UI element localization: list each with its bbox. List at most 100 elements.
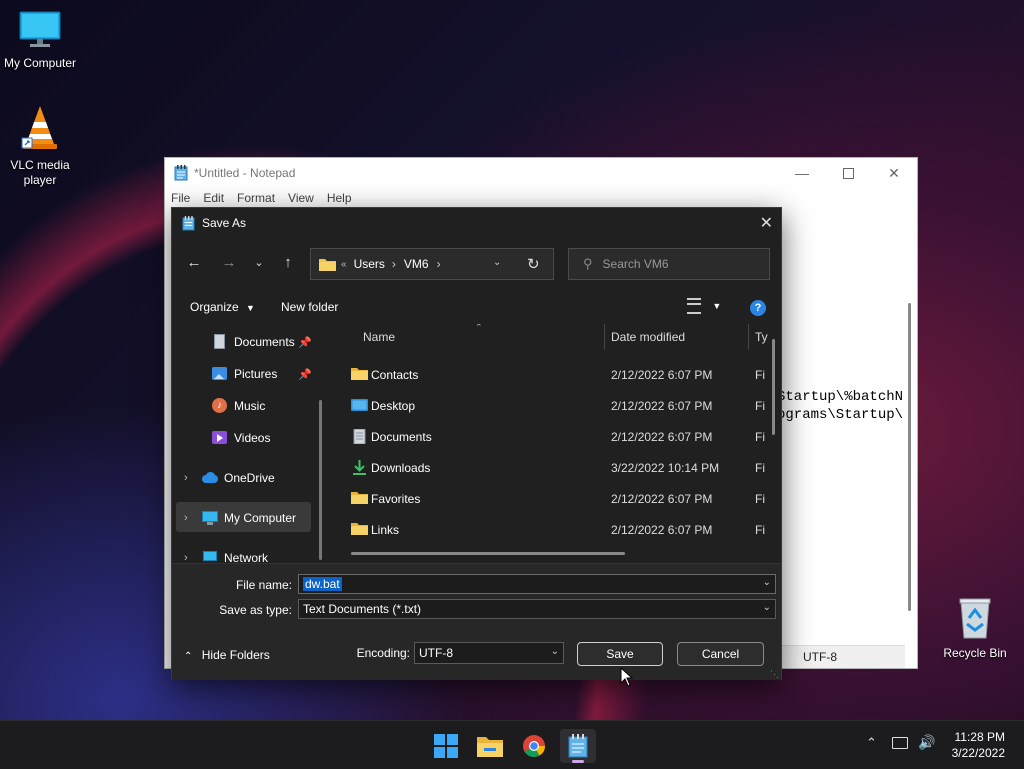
file-explorer-button[interactable] (472, 729, 508, 763)
desktop-icon-label: Recycle Bin (943, 646, 1007, 660)
nav-item-onedrive[interactable]: › OneDrive (172, 464, 322, 492)
notepad-taskbar-button[interactable] (560, 729, 596, 763)
start-button[interactable] (428, 729, 464, 763)
view-options-button[interactable]: ▼ (687, 298, 721, 314)
desktop-icon-my-computer[interactable]: My Computer (0, 10, 80, 71)
file-row[interactable]: Favorites 2/12/2022 6:07 PM Fi (331, 484, 771, 515)
file-name: Desktop (371, 399, 416, 413)
menu-help[interactable]: Help (327, 191, 352, 205)
file-date: 2/12/2022 6:07 PM (611, 399, 713, 413)
desktop-icon-vlc[interactable]: VLC media player (0, 104, 80, 188)
breadcrumb-overflow[interactable]: « (341, 259, 347, 270)
nav-item-music[interactable]: ♪ Music (212, 392, 265, 420)
folder-icon (319, 259, 336, 271)
notepad-close-button[interactable]: ✕ (871, 158, 917, 188)
caret-down-icon: ▼ (712, 301, 722, 312)
file-list-horizontal-scrollbar[interactable] (351, 552, 625, 555)
resize-grip-icon[interactable]: ⋱ (770, 669, 779, 680)
address-dropdown-button[interactable]: ⌄ (493, 257, 501, 268)
notepad-minimize-button[interactable]: — (779, 158, 825, 188)
column-header-type[interactable]: Ty (755, 330, 768, 344)
dialog-titlebar[interactable]: Save As ✕ (172, 208, 781, 238)
dialog-toolbar: Organize ▼ New folder ▼ ? (172, 294, 781, 322)
breadcrumb-users[interactable]: Users (354, 257, 385, 271)
search-box[interactable]: ⚲ Search VM6 (568, 248, 770, 280)
file-type: Fi (755, 430, 765, 444)
menu-view[interactable]: View (288, 191, 314, 205)
save-button[interactable]: Save (577, 642, 663, 666)
hide-folders-button[interactable]: ⌃ Hide Folders (184, 648, 270, 662)
network-tray-button[interactable] (892, 737, 908, 752)
column-separator[interactable] (748, 324, 749, 350)
tray-clock[interactable]: 11:28 PM 3/22/2022 (952, 729, 1005, 761)
text-line: Startup\%batchN (777, 389, 904, 405)
active-app-indicator (572, 760, 584, 763)
file-row[interactable]: Desktop 2/12/2022 6:07 PM Fi (331, 391, 771, 422)
folder-icon (351, 522, 368, 537)
column-separator[interactable] (604, 324, 605, 350)
maximize-icon (842, 167, 854, 179)
nav-item-videos[interactable]: Videos (212, 424, 270, 452)
cancel-button[interactable]: Cancel (677, 642, 764, 666)
desktop-icon-recycle-bin[interactable]: Recycle Bin (935, 596, 1015, 661)
arrow-left-icon: ← (186, 253, 202, 271)
refresh-button[interactable]: ↻ (527, 255, 540, 273)
recent-locations-button[interactable]: ⌄ (245, 248, 273, 276)
nav-item-network[interactable]: › Network (172, 544, 322, 562)
mouse-cursor-icon (620, 667, 634, 687)
document-icon (351, 428, 368, 445)
file-row[interactable]: Downloads 3/22/2022 10:14 PM Fi (331, 453, 771, 484)
file-date: 2/12/2022 6:07 PM (611, 523, 713, 537)
file-row[interactable]: Documents 2/12/2022 6:07 PM Fi (331, 422, 771, 453)
menu-edit[interactable]: Edit (203, 191, 224, 205)
chrome-button[interactable] (516, 729, 552, 763)
chevron-right-icon: › (184, 512, 188, 524)
save-as-type-value: Text Documents (*.txt) (303, 602, 422, 616)
refresh-icon: ↻ (527, 256, 540, 273)
save-form: File name: dw.bat ⌄ Save as type: Text D… (172, 563, 781, 680)
file-row[interactable]: Links 2/12/2022 6:07 PM Fi (331, 515, 771, 546)
file-row[interactable]: Contacts 2/12/2022 6:07 PM Fi (331, 360, 771, 391)
file-type: Fi (755, 461, 765, 475)
back-button[interactable]: ← (180, 248, 208, 276)
nav-item-documents[interactable]: Documents 📌 (212, 328, 312, 356)
desktop-icon-label: My Computer (3, 56, 77, 70)
file-name-input[interactable]: dw.bat ⌄ (298, 574, 776, 594)
help-button[interactable]: ? (750, 300, 766, 316)
up-button[interactable]: ↑ (274, 248, 302, 276)
nav-pane-scrollbar[interactable] (319, 400, 322, 560)
network-status-icon (892, 737, 908, 749)
file-date: 2/12/2022 6:07 PM (611, 430, 713, 444)
menu-file[interactable]: File (171, 191, 190, 205)
nav-item-my-computer[interactable]: › My Computer (172, 504, 322, 532)
taskbar: ⌃ 🔊 11:28 PM 3/22/2022 (0, 720, 1024, 769)
tray-overflow-button[interactable]: ⌃ (866, 735, 877, 751)
breadcrumb-vm6[interactable]: VM6 (404, 257, 429, 271)
nav-item-pictures[interactable]: Pictures 📌 (212, 360, 312, 388)
notepad-text-area[interactable]: Startup\%batchN ograms\Startup\ (777, 388, 903, 424)
column-header-name[interactable]: Name (363, 330, 395, 344)
text-line: ograms\Startup\ (777, 407, 904, 423)
address-bar[interactable]: « Users › VM6 › ⌄ ↻ (310, 248, 554, 280)
encoding-select[interactable]: UTF-8 ⌄ (414, 642, 564, 664)
organize-button[interactable]: Organize ▼ (190, 300, 255, 314)
folder-icon (477, 737, 503, 757)
dialog-close-button[interactable]: ✕ (760, 213, 773, 233)
notepad-title: *Untitled - Notepad (194, 166, 296, 180)
clock-date: 3/22/2022 (951, 746, 1005, 760)
column-header-date-modified[interactable]: Date modified (611, 330, 685, 344)
arrow-up-icon: ↑ (284, 253, 292, 271)
chevron-down-icon[interactable]: ⌄ (763, 577, 771, 588)
notepad-icon (568, 734, 588, 758)
menu-format[interactable]: Format (237, 191, 275, 205)
notepad-maximize-button[interactable] (825, 158, 871, 188)
chevron-up-icon: ⌃ (866, 735, 877, 750)
notepad-scrollbar[interactable] (908, 303, 911, 611)
save-as-type-select[interactable]: Text Documents (*.txt) ⌄ (298, 599, 776, 619)
encoding-value: UTF-8 (419, 646, 453, 660)
save-as-dialog[interactable]: Save As ✕ ← → ⌄ ↑ « Users › VM6 › ⌄ ↻ ⚲ … (171, 207, 782, 680)
file-list-vertical-scrollbar[interactable] (772, 339, 775, 435)
forward-button[interactable]: → (215, 248, 243, 276)
volume-tray-button[interactable]: 🔊 (918, 734, 935, 751)
new-folder-button[interactable]: New folder (281, 300, 338, 314)
